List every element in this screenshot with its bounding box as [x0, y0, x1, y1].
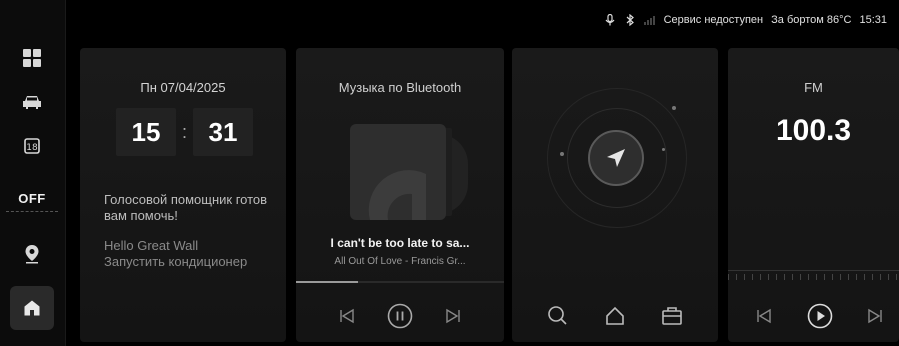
climate-button[interactable]: 18	[10, 128, 54, 164]
song-progress-bar[interactable]	[296, 281, 504, 283]
signal-icon	[643, 14, 656, 26]
status-bar: Сервис недоступен За бортом 86°C 15:31	[66, 0, 899, 40]
play-icon	[807, 303, 832, 329]
microphone-icon	[604, 14, 616, 26]
open-navigation-button[interactable]	[588, 130, 644, 186]
nav-home-button[interactable]	[599, 300, 631, 332]
outside-temperature-text: За бортом 86°C	[771, 14, 852, 26]
clock-hours: 15	[116, 108, 176, 156]
home-outline-icon	[606, 306, 624, 325]
assistant-hint-text: Hello Great Wall Запустить кондиционер	[104, 238, 248, 269]
apps-grid-button[interactable]	[10, 40, 54, 76]
home-icon	[24, 300, 40, 316]
orbit-dot	[560, 152, 564, 156]
car-icon	[23, 96, 41, 109]
sidebar: 18 OFF	[0, 0, 66, 346]
date-label: Пн 07/04/2025	[140, 80, 226, 95]
service-status-text: Сервис недоступен	[663, 14, 764, 26]
music-controls	[296, 300, 504, 332]
search-button[interactable]	[542, 300, 574, 332]
nav-work-button[interactable]	[656, 300, 688, 332]
orbit-dot	[672, 106, 676, 110]
clock: 15 : 31	[116, 108, 254, 156]
orbit-dot	[662, 148, 665, 151]
previous-track-button[interactable]	[331, 300, 363, 332]
skip-previous-icon	[757, 308, 771, 324]
music-note-icon	[368, 170, 426, 220]
fm-next-button[interactable]	[859, 300, 891, 332]
grid-icon	[23, 49, 41, 67]
skip-previous-icon	[339, 308, 354, 324]
fm-controls	[728, 300, 899, 332]
navigation-card[interactable]	[512, 48, 718, 342]
fm-previous-button[interactable]	[748, 300, 780, 332]
fm-play-button[interactable]	[804, 300, 836, 332]
navigation-controls	[512, 300, 718, 332]
music-card[interactable]: Музыка по Bluetooth I can't be too late …	[296, 48, 504, 342]
svg-text:18: 18	[26, 143, 38, 153]
album-art	[350, 124, 446, 220]
song-artist: All Out Of Love - Francis Gr...	[334, 256, 466, 267]
navigation-arrow-icon	[607, 149, 625, 167]
search-icon	[548, 306, 567, 325]
bluetooth-icon	[624, 14, 636, 26]
song-progress-fill	[296, 281, 359, 283]
map-pin-icon	[25, 245, 39, 264]
music-source-title: Музыка по Bluetooth	[338, 80, 462, 95]
navigation-button[interactable]	[10, 236, 54, 272]
home-button[interactable]	[10, 286, 54, 330]
pause-button[interactable]	[384, 300, 416, 332]
pause-icon	[387, 303, 413, 329]
time-card[interactable]: Пн 07/04/2025 15 : 31 Голосовой помощник…	[80, 48, 286, 342]
clock-minutes: 31	[193, 108, 254, 156]
assistant-ready-text: Голосовой помощник готов вам помочь!	[104, 192, 268, 223]
ac-indicator-line	[6, 211, 58, 213]
fm-frequency: 100.3	[775, 114, 852, 147]
fm-title: FM	[804, 80, 823, 95]
frequency-scale-ticks	[728, 274, 899, 280]
ac-status-label: OFF	[18, 190, 46, 206]
clock-colon: :	[182, 121, 188, 142]
song-title: I can't be too late to sa...	[330, 236, 470, 250]
briefcase-icon	[661, 307, 682, 325]
next-track-button[interactable]	[437, 300, 469, 332]
skip-next-icon	[868, 308, 882, 324]
skip-next-icon	[446, 308, 461, 324]
car-button[interactable]	[10, 84, 54, 120]
fm-radio-card[interactable]: FM 100.3	[728, 48, 899, 342]
climate-icon: 18	[24, 138, 40, 154]
status-clock: 15:31	[859, 14, 887, 26]
